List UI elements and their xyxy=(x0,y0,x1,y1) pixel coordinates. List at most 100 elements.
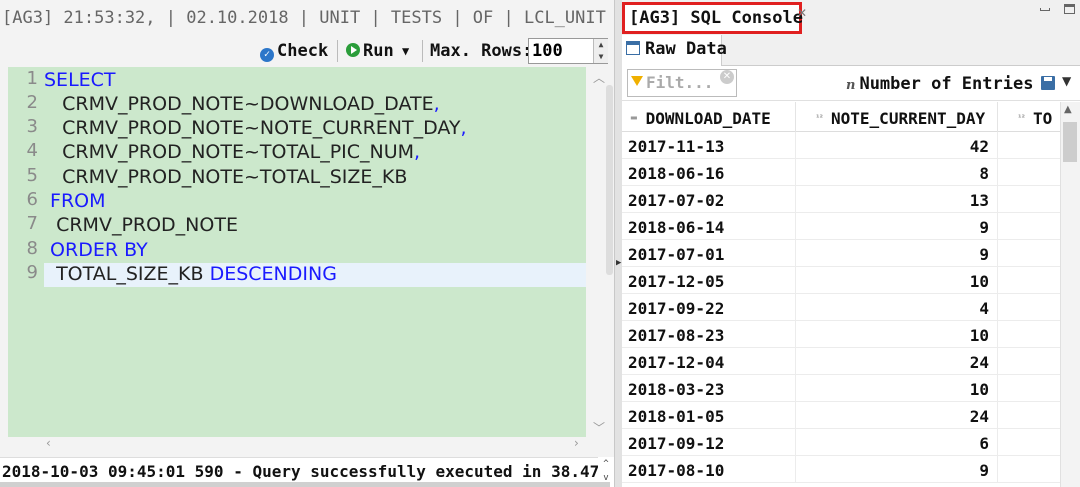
minimize-icon[interactable] xyxy=(1040,8,1050,11)
number-of-entries-label: Number of Entries xyxy=(859,74,1034,94)
cell-note-current-day[interactable]: 13 xyxy=(796,186,998,213)
cell-total[interactable] xyxy=(998,213,1060,240)
table-row[interactable]: 2017-11-13 42 xyxy=(622,132,1060,159)
column-header-total[interactable]: ¹² TO xyxy=(998,102,1060,132)
table-row[interactable]: 2017-08-10 9 xyxy=(622,456,1060,483)
code-line: CRMV_PROD_NOTE~TOTAL_SIZE_KB xyxy=(44,166,408,188)
table-row[interactable]: 2017-09-12 6 xyxy=(622,429,1060,456)
editor-scroll-thumb[interactable] xyxy=(606,85,613,275)
cell-total[interactable] xyxy=(998,240,1060,267)
cell-download-date[interactable]: 2017-07-01 xyxy=(622,240,796,267)
table-row[interactable]: 2018-06-16 8 xyxy=(622,159,1060,186)
cell-download-date[interactable]: 2017-09-12 xyxy=(622,429,796,456)
cell-note-current-day[interactable]: 6 xyxy=(796,429,998,456)
cell-total[interactable] xyxy=(998,348,1060,375)
tab-raw-data[interactable]: Raw Data xyxy=(622,35,727,66)
cell-download-date[interactable]: 2017-08-23 xyxy=(622,321,796,348)
clear-filter-icon[interactable]: ✕ xyxy=(720,70,734,84)
table-row[interactable]: 2017-08-23 10 xyxy=(622,321,1060,348)
check-button[interactable]: ✓ Check xyxy=(260,36,328,66)
table-row[interactable]: 2017-12-05 10 xyxy=(622,267,1060,294)
cell-note-current-day[interactable]: 24 xyxy=(796,348,998,375)
scroll-right-icon[interactable]: › xyxy=(574,436,579,450)
code-line: CRMV_PROD_NOTE xyxy=(44,214,238,236)
cell-total[interactable] xyxy=(998,402,1060,429)
table-row[interactable]: 2018-06-14 9 xyxy=(622,213,1060,240)
cell-download-date[interactable]: 2017-12-04 xyxy=(622,348,796,375)
column-header-note-current-day[interactable]: ¹² NOTE_CURRENT_DAY xyxy=(796,102,998,132)
cell-total[interactable] xyxy=(998,186,1060,213)
table-scroll-thumb[interactable] xyxy=(1063,122,1077,162)
code-punct: , xyxy=(460,117,467,139)
cell-note-current-day[interactable]: 4 xyxy=(796,294,998,321)
cell-total[interactable] xyxy=(998,429,1060,456)
cell-total[interactable] xyxy=(998,159,1060,186)
run-dropdown-chevron-icon[interactable]: ▼ xyxy=(402,36,409,66)
table-row[interactable]: 2018-03-23 10 xyxy=(622,375,1060,402)
line-number: 2 xyxy=(26,92,38,113)
text-column-icon: ▬ xyxy=(630,113,638,122)
scroll-down-icon[interactable]: ﹀ xyxy=(593,419,605,436)
code-line: ORDER BY xyxy=(44,239,148,261)
export-dropdown-chevron-icon[interactable]: ▼ xyxy=(1062,74,1071,88)
cell-note-current-day[interactable]: 9 xyxy=(796,240,998,267)
run-button[interactable]: Run xyxy=(346,36,394,66)
line-number: 7 xyxy=(26,213,38,234)
column-header-download-date[interactable]: ▬ DOWNLOAD_DATE xyxy=(622,102,796,132)
scroll-left-icon[interactable]: ‹ xyxy=(46,436,51,450)
cell-download-date[interactable]: 2017-08-10 xyxy=(622,456,796,483)
maximize-icon[interactable] xyxy=(1064,4,1075,14)
cell-note-current-day[interactable]: 9 xyxy=(796,213,998,240)
tab-raw-data-label: Raw Data xyxy=(645,39,727,59)
cell-note-current-day[interactable]: 10 xyxy=(796,321,998,348)
cell-total[interactable] xyxy=(998,321,1060,348)
cell-total[interactable] xyxy=(998,375,1060,402)
line-number: 1 xyxy=(26,68,38,89)
column-header-label: TO xyxy=(1033,109,1053,128)
table-row[interactable]: 2017-07-01 9 xyxy=(622,240,1060,267)
cell-note-current-day[interactable]: 9 xyxy=(796,456,998,483)
save-icon[interactable] xyxy=(1041,76,1055,90)
line-number-gutter: 1 2 3 4 5 6 7 8 9 xyxy=(8,67,42,437)
toolbar-separator xyxy=(337,40,338,62)
editor-tab-title-text: [AG3] 21:53:32, | 02.10.2018 | UNIT | TE… xyxy=(2,8,606,28)
cell-download-date[interactable]: 2017-07-02 xyxy=(622,186,796,213)
scroll-up-icon[interactable]: ︿ xyxy=(593,69,605,86)
cell-total[interactable] xyxy=(998,132,1060,159)
cell-download-date[interactable]: 2018-01-05 xyxy=(622,402,796,429)
tab-sql-console[interactable]: [AG3] SQL Console xyxy=(622,2,803,34)
scroll-up-icon[interactable]: ▲ xyxy=(1064,104,1072,115)
cell-download-date[interactable]: 2017-09-22 xyxy=(622,294,796,321)
pane-splitter[interactable] xyxy=(614,0,622,487)
editor-horizontal-scrollbar[interactable]: ‹ › xyxy=(8,436,586,452)
cell-download-date[interactable]: 2018-06-14 xyxy=(622,213,796,240)
table-row[interactable]: 2017-07-02 13 xyxy=(622,186,1060,213)
close-icon[interactable]: ✕ xyxy=(797,6,807,20)
cell-total[interactable] xyxy=(998,267,1060,294)
table-row[interactable]: 2017-12-04 24 xyxy=(622,348,1060,375)
line-number: 3 xyxy=(26,116,38,137)
column-header-label: DOWNLOAD_DATE xyxy=(645,109,771,128)
code-text: TOTAL_SIZE_KB xyxy=(44,263,210,285)
status-horizontal-scrollbar[interactable] xyxy=(0,482,610,487)
splitter-arrow-icon[interactable]: ▶ xyxy=(616,258,621,268)
cell-note-current-day[interactable]: 42 xyxy=(796,132,998,159)
cell-total[interactable] xyxy=(998,456,1060,483)
table-row[interactable]: 2017-09-22 4 xyxy=(622,294,1060,321)
max-rows-label: Max. Rows: xyxy=(430,41,533,61)
cell-note-current-day[interactable]: 8 xyxy=(796,159,998,186)
cell-note-current-day[interactable]: 10 xyxy=(796,267,998,294)
column-header-label: NOTE_CURRENT_DAY xyxy=(831,109,986,128)
cell-download-date[interactable]: 2017-11-13 xyxy=(622,132,796,159)
cell-download-date[interactable]: 2018-06-16 xyxy=(622,159,796,186)
cell-download-date[interactable]: 2017-12-05 xyxy=(622,267,796,294)
cell-note-current-day[interactable]: 24 xyxy=(796,402,998,429)
cell-download-date[interactable]: 2018-03-23 xyxy=(622,375,796,402)
cell-total[interactable] xyxy=(998,294,1060,321)
editor-tab-title[interactable]: [AG3] 21:53:32, | 02.10.2018 | UNIT | TE… xyxy=(0,0,614,36)
table-row[interactable]: 2018-01-05 24 xyxy=(622,402,1060,429)
filter-placeholder: Filt... xyxy=(646,73,714,92)
cell-note-current-day[interactable]: 10 xyxy=(796,375,998,402)
max-rows-spinner[interactable]: ▲ ▼ xyxy=(593,39,608,63)
filter-icon xyxy=(631,76,643,86)
